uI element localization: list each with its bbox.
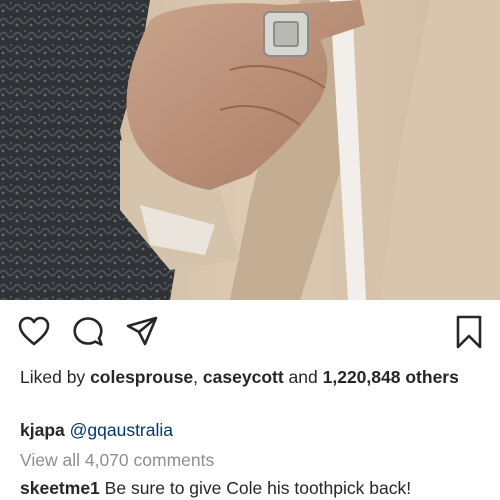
likes-summary: Liked by colesprouse, caseycott and 1,22…	[20, 366, 480, 389]
caption-mention[interactable]: @gqaustralia	[70, 420, 173, 440]
comment-icon[interactable]	[72, 316, 104, 348]
view-all-comments-link[interactable]: View all 4,070 comments	[20, 449, 214, 471]
caption-username[interactable]: kjapa	[20, 420, 65, 440]
likes-count[interactable]: 1,220,848	[323, 367, 401, 387]
comment-username[interactable]: skeetme1	[20, 478, 100, 498]
bookmark-icon[interactable]	[455, 315, 483, 349]
comment-text: Be sure to give Cole his toothpick back!	[104, 478, 412, 498]
liker-username-1[interactable]: colesprouse	[90, 367, 193, 387]
likes-others[interactable]: others	[405, 367, 458, 387]
post-photo-image	[0, 0, 500, 300]
heart-icon[interactable]	[18, 316, 50, 346]
likes-and: and	[288, 367, 318, 387]
liker-username-2[interactable]: caseycott	[203, 367, 284, 387]
post-caption: kjapa @gqaustralia	[20, 419, 173, 441]
likes-prefix: Liked by	[20, 367, 86, 387]
post-actions-bar	[0, 300, 500, 362]
paper-plane-icon[interactable]	[126, 316, 158, 348]
comment-row: skeetme1 Be sure to give Cole his toothp…	[20, 477, 411, 499]
likes-separator: ,	[193, 367, 199, 387]
post-photo[interactable]	[0, 0, 500, 300]
